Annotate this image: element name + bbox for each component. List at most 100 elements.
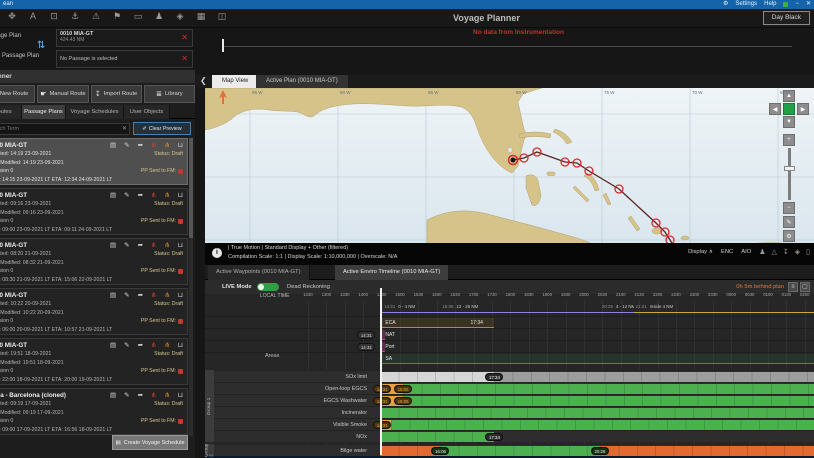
pan-down-button[interactable]: ▼ xyxy=(783,116,795,128)
map-settings-button[interactable]: ⚙ xyxy=(783,230,795,242)
live-mode-toggle[interactable] xyxy=(257,283,279,291)
export-icon[interactable]: ➦ xyxy=(138,341,143,349)
anchor-icon[interactable]: ⚓ xyxy=(69,11,81,22)
route-optimize-icon[interactable]: ⋔ xyxy=(164,341,169,349)
sidebar-scrollbar[interactable] xyxy=(189,138,193,436)
triangle-icon[interactable]: △ xyxy=(771,248,776,256)
edit-icon[interactable]: ✎ xyxy=(124,241,129,249)
route-check-icon[interactable]: ⋔ xyxy=(151,291,156,299)
create-voyage-schedule-button[interactable]: ▤ Create Voyage Schedule xyxy=(112,435,188,450)
print-icon[interactable]: ▤ xyxy=(110,341,116,349)
flag-icon[interactable]: ⚑ xyxy=(111,11,123,22)
passage-plan-card[interactable]: 0010 MIA-GT▤✎➦⋔⋔⊔Created: 19:51 18-09-20… xyxy=(0,338,188,385)
tab-passage-plans[interactable]: Passage Plans xyxy=(22,105,66,119)
route-check-icon[interactable]: ⋔ xyxy=(151,141,156,149)
export-icon[interactable]: ➦ xyxy=(138,291,143,299)
timeline-expand-button[interactable]: ▢ xyxy=(800,282,810,292)
tab-map-view[interactable]: Map View xyxy=(212,75,259,88)
edit-icon[interactable]: ✎ xyxy=(124,191,129,199)
print-icon[interactable]: ▤ xyxy=(110,241,116,249)
passage-plan-card[interactable]: India - Barcelona (cloned)▤✎➦⋔⋔⊔Created:… xyxy=(0,388,188,435)
chart-map[interactable]: ▲ ◀ ▶ ▼ + − ✎ ⚙ 95 W 90 W 85 W 80 W 75 W 70 W… xyxy=(205,88,814,243)
collapse-sidebar-icon[interactable]: ❮ xyxy=(200,76,207,85)
enc-toggle[interactable]: ENC xyxy=(721,249,733,255)
export-icon[interactable]: ➦ xyxy=(138,141,143,149)
ebl-icon[interactable]: ▦ xyxy=(195,11,207,22)
route-check-icon[interactable]: ⋔ xyxy=(151,191,156,199)
tab-user-objects[interactable]: User Objects xyxy=(124,105,170,119)
person-icon[interactable]: ♟ xyxy=(153,11,165,22)
center-ship-button[interactable] xyxy=(783,103,795,115)
tab-routes[interactable]: Routes xyxy=(0,105,22,119)
edit-icon[interactable]: ✎ xyxy=(124,341,129,349)
zoom-slider-track[interactable] xyxy=(788,148,791,200)
pan-right-button[interactable]: ▶ xyxy=(797,103,809,115)
split-view-icon[interactable]: ◫ xyxy=(216,11,228,22)
clear-passage-icon[interactable]: ✕ xyxy=(181,54,188,63)
time-scrubber[interactable] xyxy=(222,46,792,47)
edit-icon[interactable]: ✎ xyxy=(124,391,129,399)
print-icon[interactable]: ▤ xyxy=(110,391,116,399)
export-icon[interactable]: ➦ xyxy=(138,191,143,199)
delete-icon[interactable]: ⊔ xyxy=(178,141,183,149)
timeline-options-button[interactable]: ≡ xyxy=(788,282,798,292)
chart-panel-icon[interactable]: ▭ xyxy=(132,11,144,22)
info-icon[interactable]: i xyxy=(212,248,222,258)
route-check-icon[interactable]: ⋔ xyxy=(151,341,156,349)
clear-plan-icon[interactable]: ✕ xyxy=(181,33,188,42)
settings-button[interactable]: Settings xyxy=(735,0,757,9)
route-optimize-icon[interactable]: ⋔ xyxy=(164,141,169,149)
scrubber-handle[interactable] xyxy=(222,39,224,52)
zoom-slider-handle[interactable] xyxy=(784,166,795,171)
edit-icon[interactable]: ✎ xyxy=(124,291,129,299)
display-dropdown[interactable]: Display ∧ xyxy=(688,249,713,255)
tab-voyage-schedules[interactable]: Voyage Schedules xyxy=(66,105,124,119)
manual-route-button[interactable]: ☛ Manual Route xyxy=(37,85,89,103)
scrollbar-thumb[interactable] xyxy=(189,138,193,238)
print-icon[interactable]: ▤ xyxy=(110,191,116,199)
pan-icon[interactable]: ✥ xyxy=(6,11,18,22)
delete-icon[interactable]: ⊔ xyxy=(178,191,183,199)
export-icon[interactable]: ➦ xyxy=(138,391,143,399)
pan-left-button[interactable]: ◀ xyxy=(769,103,781,115)
tab-active-plan[interactable]: Active Plan (0010 MIA-GT) xyxy=(256,75,348,88)
selected-plan-box[interactable]: 0010 MIA-GT 424.43 NM ✕ xyxy=(56,29,193,47)
help-button[interactable]: Help xyxy=(764,0,776,9)
new-route-button[interactable]: ✚New Route xyxy=(0,85,36,103)
passage-plan-card[interactable]: 0010 MIA-GT▤✎➦⋔⋔⊔Created: 08:20 21-09-20… xyxy=(0,238,188,285)
route-check-icon[interactable]: ⋔ xyxy=(151,391,156,399)
active-passage-box[interactable]: No Passage is selected ✕ xyxy=(56,50,193,68)
tag-icon[interactable]: ◈ xyxy=(174,11,186,22)
delete-icon[interactable]: ⊔ xyxy=(178,241,183,249)
passage-plan-card[interactable]: 0010 MIA-GT▤✎➦⋔⋔⊔Created: 14:19 23-09-20… xyxy=(0,138,188,185)
delete-icon[interactable]: ⊔ xyxy=(178,341,183,349)
gear-icon[interactable]: ⚙ xyxy=(723,0,728,9)
print-icon[interactable]: ▤ xyxy=(110,291,116,299)
delete-icon[interactable]: ⊔ xyxy=(178,291,183,299)
anchor-drop-icon[interactable]: ↧ xyxy=(783,248,789,256)
search-input[interactable] xyxy=(0,122,130,135)
text-label-icon[interactable]: A xyxy=(27,11,39,22)
zoom-out-button[interactable]: − xyxy=(783,202,795,214)
route-optimize-icon[interactable]: ⋔ xyxy=(164,291,169,299)
passage-plan-card[interactable]: 0010 MIA-GT▤✎➦⋔⋔⊔Created: 09:16 23-09-20… xyxy=(0,188,188,235)
clear-preview-button[interactable]: ✐ Clear Preview xyxy=(133,122,191,135)
day-mode-select[interactable]: Day Black xyxy=(762,11,810,25)
print-icon[interactable]: ▤ xyxy=(110,141,116,149)
library-button[interactable]: ≣ Library xyxy=(143,85,195,103)
warning-icon[interactable]: ⚠ xyxy=(90,11,102,22)
export-icon[interactable]: ➦ xyxy=(138,241,143,249)
draw-button[interactable]: ✎ xyxy=(783,216,795,228)
route-optimize-icon[interactable]: ⋔ xyxy=(164,391,169,399)
route-check-icon[interactable]: ⋔ xyxy=(151,241,156,249)
minimize-button[interactable]: − xyxy=(795,0,799,9)
edit-icon[interactable]: ✎ xyxy=(124,141,129,149)
passage-plan-card[interactable]: 0010 MIA-GT▤✎➦⋔⋔⊔Created: 10:22 20-09-20… xyxy=(0,288,188,335)
tag-icon[interactable]: ◈ xyxy=(795,248,800,256)
route-optimize-icon[interactable]: ⋔ xyxy=(164,241,169,249)
zoom-in-button[interactable]: + xyxy=(783,134,795,146)
swap-arrows-icon[interactable]: ⇅ xyxy=(37,40,45,51)
import-route-button[interactable]: ↧ Import Route xyxy=(90,85,142,103)
select-area-icon[interactable]: ⊡ xyxy=(48,11,60,22)
aio-toggle[interactable]: AIO xyxy=(741,249,751,255)
